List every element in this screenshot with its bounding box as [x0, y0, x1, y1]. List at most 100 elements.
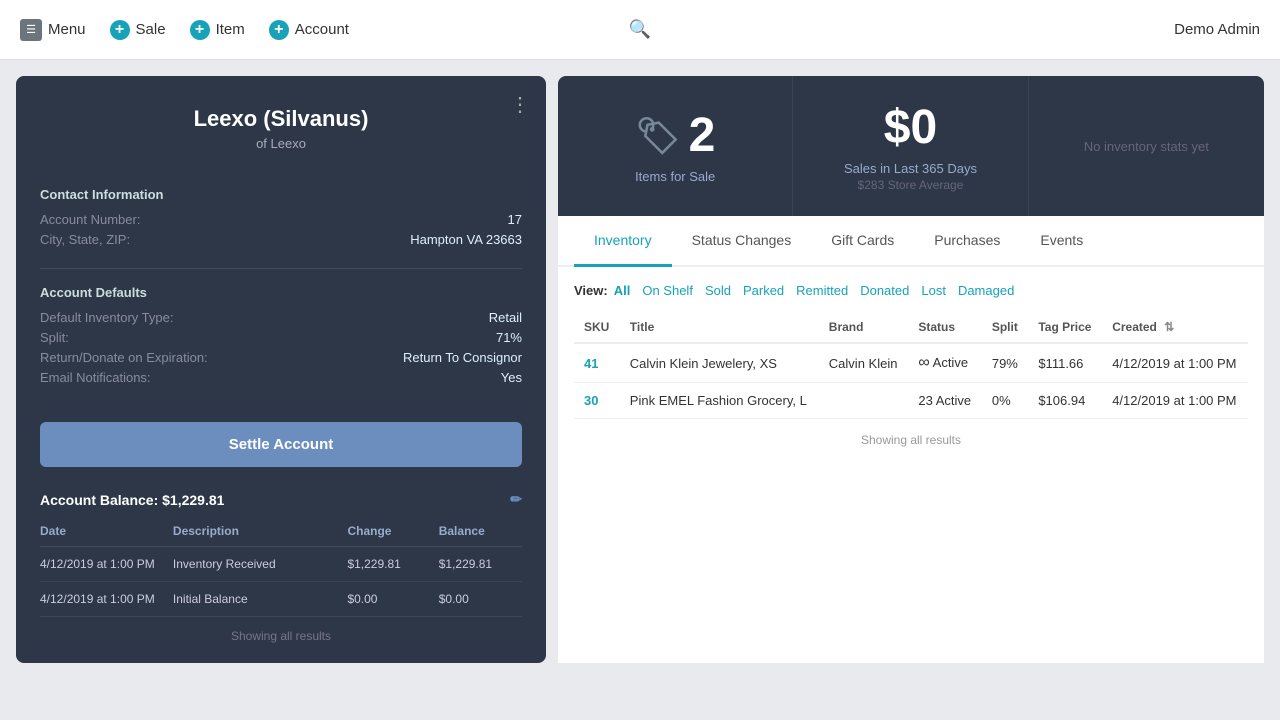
sku-1: 41	[574, 343, 620, 383]
return-value: Return To Consignor	[403, 350, 522, 365]
split-2: 0%	[982, 383, 1028, 419]
city-state-zip-row: City, State, ZIP: Hampton VA 23663	[40, 232, 522, 247]
sku-2: 30	[574, 383, 620, 419]
ledger-row-2: 4/12/2019 at 1:00 PM Initial Balance $0.…	[40, 582, 522, 617]
ledger-header: Date Description Change Balance	[40, 516, 522, 547]
ledger-date-1: 4/12/2019 at 1:00 PM	[40, 557, 165, 571]
col-created: Created ⇅	[1102, 312, 1248, 343]
item-label: Item	[216, 21, 245, 38]
sku-link-1[interactable]: 41	[584, 356, 598, 371]
defaults-section: Account Defaults Default Inventory Type:…	[16, 269, 546, 406]
email-value: Yes	[501, 370, 522, 385]
inventory-area: View: All On Shelf Sold Parked Remitted …	[558, 267, 1264, 663]
ledger-desc-1: Inventory Received	[173, 557, 340, 571]
account-nav-item[interactable]: + Account	[269, 20, 349, 40]
col-sku: SKU	[574, 312, 620, 343]
infinity-icon-1: ∞	[918, 354, 929, 371]
created-2: 4/12/2019 at 1:00 PM	[1102, 383, 1248, 419]
filter-all[interactable]: All	[614, 283, 631, 298]
tabs-bar: Inventory Status Changes Gift Cards Purc…	[558, 216, 1264, 267]
account-label: Account	[295, 21, 349, 38]
title-2: Pink EMEL Fashion Grocery, L	[620, 383, 819, 419]
inv-type-row: Default Inventory Type: Retail	[40, 310, 522, 325]
menu-icon: ☰	[20, 19, 42, 41]
filter-damaged[interactable]: Damaged	[958, 283, 1014, 298]
account-number-label: Account Number:	[40, 212, 140, 227]
tab-purchases[interactable]: Purchases	[914, 216, 1020, 267]
right-panel: 🏷 2 Items for Sale $0 Sales in Last 365 …	[558, 76, 1264, 663]
inventory-footer: Showing all results	[574, 433, 1248, 447]
edit-balance-icon[interactable]: ✏	[510, 491, 522, 508]
account-sub: of Leexo	[36, 136, 526, 151]
col-split: Split	[982, 312, 1028, 343]
more-options-icon[interactable]: ⋮	[510, 92, 530, 117]
topnav: ☰ Menu + Sale + Item + Account 🔍 Demo Ad…	[0, 0, 1280, 60]
filter-on-shelf[interactable]: On Shelf	[642, 283, 693, 298]
table-row: 30 Pink EMEL Fashion Grocery, L 23 Activ…	[574, 383, 1248, 419]
balance-label: Account Balance: $1,229.81	[40, 492, 224, 508]
city-state-zip-label: City, State, ZIP:	[40, 232, 130, 247]
return-label: Return/Donate on Expiration:	[40, 350, 208, 365]
split-1: 79%	[982, 343, 1028, 383]
demo-admin-label: Demo Admin	[1174, 21, 1260, 38]
filter-remitted[interactable]: Remitted	[796, 283, 848, 298]
stat-card-items: 🏷 2 Items for Sale	[558, 76, 793, 216]
tab-events[interactable]: Events	[1020, 216, 1103, 267]
no-inventory-text: No inventory stats yet	[1084, 139, 1209, 154]
contact-section-title: Contact Information	[40, 187, 522, 202]
return-row: Return/Donate on Expiration: Return To C…	[40, 350, 522, 365]
status-1: ∞ Active	[908, 343, 982, 383]
menu-label: Menu	[48, 21, 86, 38]
filter-donated[interactable]: Donated	[860, 283, 909, 298]
ledger-balance-2: $0.00	[439, 592, 522, 606]
tab-gift-cards[interactable]: Gift Cards	[811, 216, 914, 267]
inv-type-value: Retail	[489, 310, 522, 325]
ledger-col-change: Change	[347, 524, 430, 538]
item-nav-item[interactable]: + Item	[190, 20, 245, 40]
ledger-row-1: 4/12/2019 at 1:00 PM Inventory Received …	[40, 547, 522, 582]
city-state-zip-value: Hampton VA 23663	[410, 232, 522, 247]
ledger-date-2: 4/12/2019 at 1:00 PM	[40, 592, 165, 606]
col-brand: Brand	[819, 312, 909, 343]
split-row: Split: 71%	[40, 330, 522, 345]
contact-section: Contact Information Account Number: 17 C…	[16, 171, 546, 268]
search-icon[interactable]: 🔍	[629, 19, 651, 39]
stat-card-sales: $0 Sales in Last 365 Days $283 Store Ave…	[793, 76, 1028, 216]
sales-number: $0	[884, 100, 937, 155]
ledger-desc-2: Initial Balance	[173, 592, 340, 606]
inv-type-label: Default Inventory Type:	[40, 310, 173, 325]
ledger-balance-1: $1,229.81	[439, 557, 522, 571]
inventory-table-header-row: SKU Title Brand Status Split Tag Price C…	[574, 312, 1248, 343]
sku-link-2[interactable]: 30	[584, 393, 598, 408]
sale-plus-icon: +	[110, 20, 130, 40]
ledger-col-balance: Balance	[439, 524, 522, 538]
sale-label: Sale	[136, 21, 166, 38]
sales-sub: $283 Store Average	[858, 178, 964, 192]
col-tag-price: Tag Price	[1028, 312, 1102, 343]
search-area[interactable]: 🔍	[629, 19, 651, 40]
main-wrapper: ⋮ Leexo (Silvanus) of Leexo Contact Info…	[0, 60, 1280, 679]
sale-nav-item[interactable]: + Sale	[110, 20, 166, 40]
defaults-section-title: Account Defaults	[40, 285, 522, 300]
ledger-col-description: Description	[173, 524, 340, 538]
split-value: 71%	[496, 330, 522, 345]
sort-created-icon[interactable]: ⇅	[1164, 320, 1174, 334]
ledger-footer: Showing all results	[40, 629, 522, 643]
items-for-sale-number: 🏷 2	[635, 108, 715, 163]
account-name: Leexo (Silvanus)	[36, 106, 526, 132]
settle-account-button[interactable]: Settle Account	[40, 422, 522, 467]
items-for-sale-label: Items for Sale	[635, 169, 715, 184]
stats-row: 🏷 2 Items for Sale $0 Sales in Last 365 …	[558, 76, 1264, 216]
filter-sold[interactable]: Sold	[705, 283, 731, 298]
filter-lost[interactable]: Lost	[921, 283, 946, 298]
balance-row: Account Balance: $1,229.81 ✏	[16, 483, 546, 516]
tab-status-changes[interactable]: Status Changes	[672, 216, 812, 267]
tag-price-2: $106.94	[1028, 383, 1102, 419]
table-row: 41 Calvin Klein Jewelery, XS Calvin Klei…	[574, 343, 1248, 383]
tab-inventory[interactable]: Inventory	[574, 216, 672, 267]
filter-parked[interactable]: Parked	[743, 283, 784, 298]
sales-label: Sales in Last 365 Days	[844, 161, 977, 176]
view-label: View:	[574, 283, 608, 298]
brand-2	[819, 383, 909, 419]
menu-nav-item[interactable]: ☰ Menu	[20, 19, 86, 41]
